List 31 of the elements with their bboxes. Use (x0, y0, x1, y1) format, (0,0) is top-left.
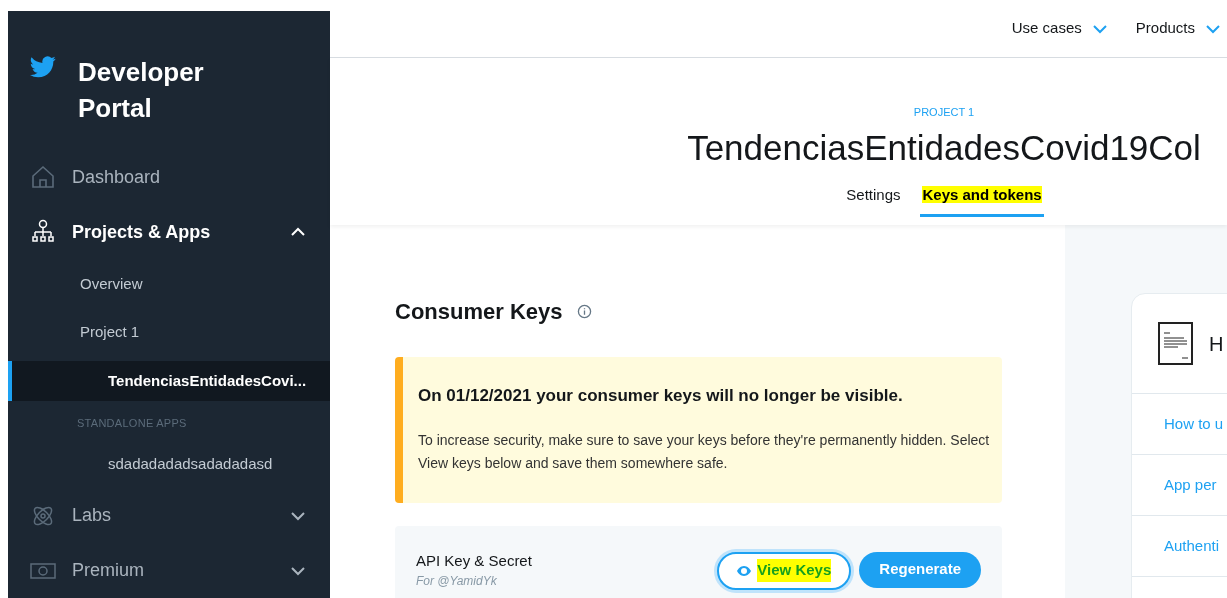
sidebar-nav-item[interactable]: Labs (8, 488, 330, 544)
section-heading: STANDALONE APPS (76, 416, 188, 432)
notice-body: To increase security, make sure to save your keys before they're permanently hidden. Select View keys below and save them somewhere safe. (418, 430, 991, 473)
top-nav-menu[interactable]: Use cases (1011, 17, 1108, 40)
bird-logo-icon (30, 56, 56, 78)
sidebar-nav-item[interactable]: Projects & Apps (8, 204, 330, 260)
tab[interactable]: Settings (844, 176, 903, 217)
nav-label: Premium (72, 559, 145, 583)
nav-label: Dashboard (72, 165, 162, 189)
portal-title: Developer Portal (78, 56, 205, 125)
sidebar-sub-item[interactable]: TendenciasEntidadesCovi... (8, 360, 330, 402)
nav-label: Labs (72, 504, 113, 528)
sidebar-nav-item[interactable]: Dashboard (8, 150, 330, 205)
tab[interactable]: Keys and tokens (920, 176, 1044, 217)
sidebar-sub-item[interactable]: Project 1 (8, 312, 330, 353)
eye-icon (737, 565, 752, 576)
sidebar-sub-item[interactable]: Overview (8, 263, 330, 305)
project-eyebrow: PROJECT 1 (913, 105, 975, 120)
nav-label: Projects & Apps (72, 220, 212, 244)
top-nav-menu[interactable]: Products (1135, 17, 1221, 40)
app-title: TendenciasEntidadesCovid19Col (687, 126, 1201, 169)
info-icon (576, 304, 592, 319)
notice-title: On 01/12/2021 your consumer keys will no longer be visible. (418, 385, 904, 407)
section-title: Consumer Keys (395, 298, 563, 326)
document-icon (1158, 322, 1193, 365)
card-title: H (1209, 331, 1224, 357)
sidebar-nav-item[interactable]: Premium (8, 543, 330, 598)
sidebar-sub-item[interactable]: sdadadadadsadadadasd (8, 443, 330, 485)
key-owner: For @YamidYk (416, 573, 498, 590)
home-icon (30, 164, 56, 191)
key-label: API Key & Secret (416, 550, 533, 571)
